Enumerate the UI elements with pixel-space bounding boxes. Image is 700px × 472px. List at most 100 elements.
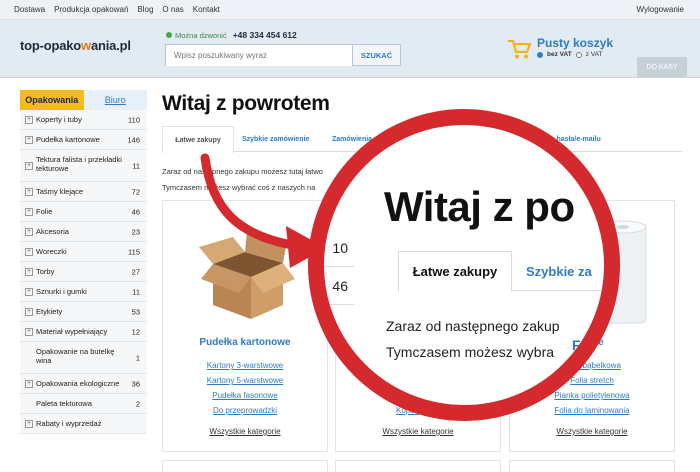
category-count: 115 bbox=[128, 247, 140, 256]
category-label: Opakowanie na butelkę wina bbox=[36, 347, 115, 365]
sidebar-category[interactable]: Opakowanie na butelkę wina 1 bbox=[20, 342, 147, 374]
tab-biuro[interactable]: Biuro bbox=[83, 90, 147, 110]
radio-vat[interactable] bbox=[575, 51, 582, 58]
search-button[interactable]: SZUKAĆ bbox=[352, 45, 400, 65]
expand-plus-icon[interactable]: + bbox=[25, 379, 33, 388]
all-categories-link[interactable]: Wszystkie kategorie bbox=[336, 427, 500, 436]
sidebar-category[interactable]: + Akcesoria 23 bbox=[20, 222, 147, 242]
radio-no-vat[interactable] bbox=[537, 51, 543, 58]
sidebar-category[interactable]: + Pudełka kartonowe 146 bbox=[20, 130, 147, 150]
expand-plus-icon[interactable]: + bbox=[25, 135, 33, 144]
sidebar-category[interactable]: + Sznurki i gumki 11 bbox=[20, 282, 147, 302]
sidebar-category[interactable]: + Folie 46 bbox=[20, 202, 147, 222]
card-link[interactable]: Kartony 5-warstwowe bbox=[163, 373, 327, 388]
expand-plus-icon[interactable]: + bbox=[25, 207, 33, 216]
category-label: Koperty i tuby bbox=[36, 115, 82, 124]
sidebar-category[interactable]: + Materiał wypełniający 12 bbox=[20, 322, 147, 342]
category-count: 12 bbox=[131, 327, 140, 336]
sidebar-category[interactable]: + Woreczki 115 bbox=[20, 242, 147, 262]
search-box: SZUKAĆ bbox=[165, 44, 401, 66]
category-count: 110 bbox=[128, 115, 140, 124]
product-card-row2 bbox=[509, 460, 675, 472]
nav-link-dostawa[interactable]: Dostawa bbox=[14, 5, 45, 14]
phone-info: Można dzwonić +48 334 454 612 bbox=[166, 30, 297, 40]
expand-plus-icon[interactable]: + bbox=[25, 227, 33, 236]
search-input[interactable] bbox=[166, 45, 352, 66]
expand-plus-icon[interactable]: + bbox=[25, 267, 33, 276]
logo-text-2: ania.pl bbox=[90, 38, 131, 53]
category-count: 53 bbox=[131, 307, 140, 316]
phone-label: Można dzwonić bbox=[175, 30, 227, 40]
expand-plus-icon[interactable]: + bbox=[25, 161, 33, 170]
logout-link[interactable]: Wylogowanie bbox=[636, 5, 684, 14]
online-status-icon bbox=[166, 32, 172, 38]
magnifier-ring bbox=[308, 109, 620, 421]
intro-text: Zaraz od następnego zakupu możesz tutaj … bbox=[162, 164, 323, 196]
category-label: Materiał wypełniający bbox=[36, 327, 108, 336]
top-nav: Dostawa Produkcja opakowań Blog O nas Ko… bbox=[14, 5, 220, 14]
tab-opakowania[interactable]: Opakowania bbox=[20, 90, 84, 110]
phone-number[interactable]: +48 334 454 612 bbox=[233, 30, 297, 40]
site-logo[interactable]: top-opakowania.pl bbox=[20, 38, 131, 53]
expand-plus-icon[interactable]: + bbox=[25, 187, 33, 196]
card-link[interactable]: Kartony 3-warstwowe bbox=[163, 358, 327, 373]
intro-line-1: Zaraz od następnego zakupu możesz tutaj … bbox=[162, 167, 323, 176]
category-count: 2 bbox=[135, 399, 140, 408]
category-label: Paleta tekturowa bbox=[36, 399, 92, 408]
all-categories-link[interactable]: Wszystkie kategorie bbox=[163, 427, 327, 436]
category-label: Torby bbox=[36, 267, 55, 276]
category-label: Tektura falista i przekładki tekturowe bbox=[36, 155, 122, 173]
nav-link-kontakt[interactable]: Kontakt bbox=[193, 5, 220, 14]
cart-title[interactable]: Pusty koszyk bbox=[537, 36, 613, 50]
logo-text-1: top-opako bbox=[20, 38, 82, 53]
sidebar-category[interactable]: + Opakowania ekologiczne 36 bbox=[20, 374, 147, 394]
category-count: 11 bbox=[132, 287, 140, 296]
category-label: Folie bbox=[36, 207, 53, 216]
category-label: Opakowania ekologiczne bbox=[36, 379, 120, 388]
card-title[interactable]: Pudełka kartonowe bbox=[163, 337, 327, 348]
expand-plus-icon[interactable]: + bbox=[25, 115, 33, 124]
product-card-pudelka: Pudełka kartonowe Kartony 3-warstwowe Ka… bbox=[162, 200, 328, 452]
sidebar-category[interactable]: + Taśmy klejące 72 bbox=[20, 182, 147, 202]
sidebar-category[interactable]: + Etykiety 53 bbox=[20, 302, 147, 322]
category-label: Rabaty i wyprzedaż bbox=[36, 419, 102, 428]
sidebar-category[interactable]: + Koperty i tuby 110 bbox=[20, 110, 147, 130]
card-link[interactable]: Folia do laminowania bbox=[510, 403, 674, 418]
expand-plus-icon[interactable]: + bbox=[25, 327, 33, 336]
category-count: 1 bbox=[135, 353, 140, 362]
category-label: Sznurki i gumki bbox=[36, 287, 87, 296]
vat-toggle: bez VAT z VAT bbox=[537, 51, 602, 58]
sidebar-category[interactable]: Paleta tekturowa 2 bbox=[20, 394, 147, 414]
expand-plus-icon[interactable]: + bbox=[25, 287, 33, 296]
sidebar-category[interactable]: + Rabaty i wyprzedaż bbox=[20, 414, 147, 434]
category-count: 36 bbox=[131, 379, 140, 388]
all-categories-link[interactable]: Wszystkie kategorie bbox=[510, 427, 674, 436]
expand-plus-icon[interactable]: + bbox=[25, 247, 33, 256]
nav-link-o-nas[interactable]: O nas bbox=[162, 5, 183, 14]
sidebar-tabs: Opakowania Biuro bbox=[20, 90, 147, 110]
tab-szybkie-zamowienie[interactable]: Szybkie zamówienie bbox=[242, 126, 309, 152]
highlight-circle bbox=[158, 113, 236, 163]
category-count: 146 bbox=[127, 135, 140, 144]
sidebar-category[interactable]: + Tektura falista i przekładki tekturowe 1… bbox=[20, 150, 147, 182]
cardboard-box-image bbox=[199, 231, 295, 319]
category-label: Etykiety bbox=[36, 307, 63, 316]
logo-text-w: w bbox=[81, 38, 91, 53]
expand-plus-icon[interactable]: + bbox=[25, 419, 33, 428]
site-header: top-opakowania.pl Można dzwonić +48 334 … bbox=[0, 20, 700, 78]
category-count: 72 bbox=[131, 187, 140, 196]
card-link[interactable]: Pudełka fasonowe bbox=[163, 388, 327, 403]
category-label: Taśmy klejące bbox=[36, 187, 84, 196]
checkout-button[interactable]: DO KASY bbox=[637, 57, 687, 77]
category-label: Akcesoria bbox=[36, 227, 69, 236]
category-count: 27 bbox=[131, 267, 140, 276]
product-card-row2 bbox=[162, 460, 328, 472]
sidebar-category[interactable]: + Torby 27 bbox=[20, 262, 147, 282]
category-count: 23 bbox=[131, 227, 140, 236]
expand-plus-icon[interactable]: + bbox=[25, 307, 33, 316]
card-link[interactable]: Do przeprowadzki bbox=[163, 403, 327, 418]
nav-link-blog[interactable]: Blog bbox=[137, 5, 153, 14]
top-bar: Dostawa Produkcja opakowań Blog O nas Ko… bbox=[0, 0, 700, 20]
nav-link-produkcja[interactable]: Produkcja opakowań bbox=[54, 5, 128, 14]
card-links: Kartony 3-warstwowe Kartony 5-warstwowe … bbox=[163, 358, 327, 418]
